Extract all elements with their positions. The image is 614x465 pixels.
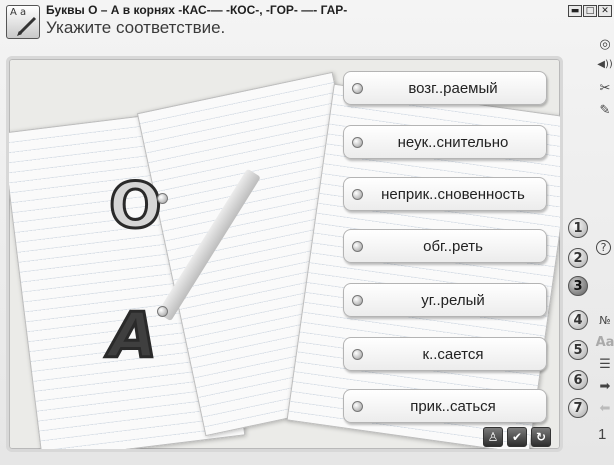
exercise-instruction: Укажите соответствие. <box>46 18 226 37</box>
task-number-button[interactable]: 1 <box>568 218 588 238</box>
word-card[interactable]: неприк..сновенность <box>343 177 547 211</box>
word-text: неприк..сновенность <box>381 186 525 203</box>
task-number-button[interactable]: 6 <box>568 370 588 390</box>
header: A a Буквы О – А в корнях -КАС-— -КОС-, -… <box>0 0 568 50</box>
word-connector[interactable] <box>352 349 363 360</box>
back-arrow-icon[interactable]: ⬅ <box>596 400 614 416</box>
word-card[interactable]: уг..релый <box>343 283 547 317</box>
list-icon[interactable]: ☰ <box>596 356 614 372</box>
pen-icon <box>17 16 37 36</box>
word-connector[interactable] <box>352 189 363 200</box>
word-card[interactable]: прик..саться <box>343 389 547 423</box>
word-card[interactable]: возг..раемый <box>343 71 547 105</box>
minimize-button[interactable]: ▬ <box>568 5 582 17</box>
word-card[interactable]: обг..реть <box>343 229 547 263</box>
exercise-title: Буквы О – А в корнях -КАС-— -КОС-, -ГОР-… <box>46 3 348 17</box>
forward-arrow-icon[interactable]: ➡ <box>596 378 614 394</box>
app-logo-icon: A a <box>6 5 40 39</box>
help-icon[interactable]: ? <box>596 240 611 255</box>
word-connector[interactable] <box>352 241 363 252</box>
word-card[interactable]: неук..снительно <box>343 125 547 159</box>
task-number-button[interactable]: 5 <box>568 340 588 360</box>
settings-icon[interactable]: ◎ <box>596 36 614 52</box>
word-connector[interactable] <box>352 137 363 148</box>
sound-icon[interactable]: ◀)) <box>596 56 614 72</box>
maximize-button[interactable]: □ <box>583 5 597 17</box>
letter-o-connector[interactable] <box>157 193 168 204</box>
numbering-icon[interactable]: № <box>596 312 614 328</box>
undo-button[interactable]: ↻ <box>531 427 551 447</box>
page-indicator: 1 <box>598 426 607 443</box>
letter-o: O <box>108 168 164 244</box>
exercise-panel: O A возг..раемый неук..снительно неприк.… <box>6 56 563 452</box>
text-case-icon[interactable]: Aa <box>596 334 614 350</box>
pencil-icon[interactable]: ✎ <box>596 102 614 118</box>
word-text: обг..реть <box>423 238 483 255</box>
letter-a: A <box>108 298 159 374</box>
word-connector[interactable] <box>352 401 363 412</box>
word-text: прик..саться <box>410 398 496 415</box>
task-number-button[interactable]: 7 <box>568 398 588 418</box>
word-text: неук..снительно <box>397 134 509 151</box>
task-number-button[interactable]: 2 <box>568 248 588 268</box>
person-button[interactable]: ♙ <box>483 427 503 447</box>
close-button[interactable]: ✕ <box>598 5 612 17</box>
task-number-button[interactable]: 4 <box>568 310 588 330</box>
word-text: возг..раемый <box>408 80 498 97</box>
word-card[interactable]: к..сается <box>343 337 547 371</box>
app-window: A a Буквы О – А в корнях -КАС-— -КОС-, -… <box>0 0 614 465</box>
letter-a-connector[interactable] <box>157 306 168 317</box>
task-number-button-active[interactable]: 3 <box>568 276 588 296</box>
word-text: к..сается <box>422 346 484 363</box>
check-button[interactable]: ✔ <box>507 427 527 447</box>
word-connector[interactable] <box>352 295 363 306</box>
window-controls: ▬ □ ✕ <box>568 5 612 17</box>
scissors-icon[interactable]: ✂ <box>596 80 614 96</box>
word-connector[interactable] <box>352 83 363 94</box>
word-text: уг..релый <box>421 292 485 309</box>
